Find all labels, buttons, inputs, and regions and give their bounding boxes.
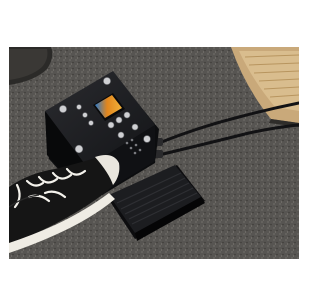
product-photo xyxy=(9,47,299,259)
image-frame xyxy=(0,0,300,299)
